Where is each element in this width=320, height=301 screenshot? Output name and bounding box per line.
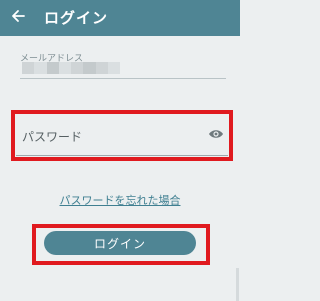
back-button[interactable] — [6, 4, 30, 28]
email-field-underline — [20, 78, 226, 79]
forgot-password-link[interactable]: パスワードを忘れた場合 — [0, 192, 240, 208]
arrow-left-icon — [12, 10, 25, 22]
login-button[interactable]: ログイン — [44, 231, 196, 255]
email-field[interactable] — [22, 62, 120, 74]
password-placeholder: パスワード — [22, 130, 83, 144]
password-field[interactable]: パスワード — [16, 114, 228, 154]
login-screen: ログイン メールアドレス パスワード パスワードを忘れた場合 ログイン — [0, 0, 240, 301]
scrollbar[interactable] — [236, 268, 239, 301]
page-title: ログイン — [44, 9, 109, 27]
eye-icon[interactable] — [208, 128, 224, 140]
app-bar: ログイン — [0, 0, 240, 36]
password-field-underline — [16, 155, 228, 156]
